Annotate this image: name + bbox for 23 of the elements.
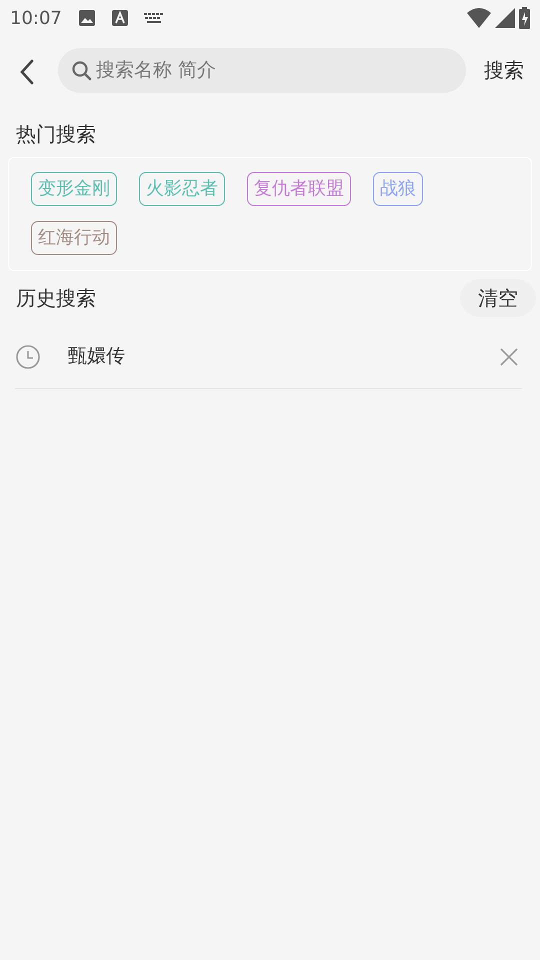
tag[interactable]: 火影忍者 — [139, 172, 225, 206]
close-icon — [500, 348, 518, 366]
search-button[interactable]: 搜索 — [478, 51, 530, 89]
battery-icon — [519, 7, 530, 29]
search-field[interactable]: 搜索名称 简介 — [58, 48, 466, 92]
image-icon — [78, 9, 96, 27]
tag[interactable]: 战狼 — [373, 172, 423, 206]
tag[interactable]: 红海行动 — [31, 221, 117, 255]
section-title: 热门搜索 — [15, 121, 97, 148]
history-text: 甄嬛传 — [68, 344, 126, 370]
history-item[interactable]: 甄嬛传 — [15, 325, 522, 389]
tag[interactable]: 复仇者联盟 — [247, 172, 351, 206]
wifi-icon — [467, 8, 491, 28]
clear-button[interactable]: 清空 — [460, 279, 536, 317]
keyboard-icon — [144, 13, 164, 23]
signal-icon — [495, 8, 515, 28]
text-icon — [112, 10, 128, 26]
section-title: 历史搜索 — [16, 285, 96, 312]
search-icon — [72, 60, 92, 80]
status-time: 10:07 — [10, 6, 62, 30]
back-icon — [20, 58, 34, 85]
tag[interactable]: 变形金刚 — [31, 172, 117, 206]
clock-icon — [15, 344, 41, 370]
